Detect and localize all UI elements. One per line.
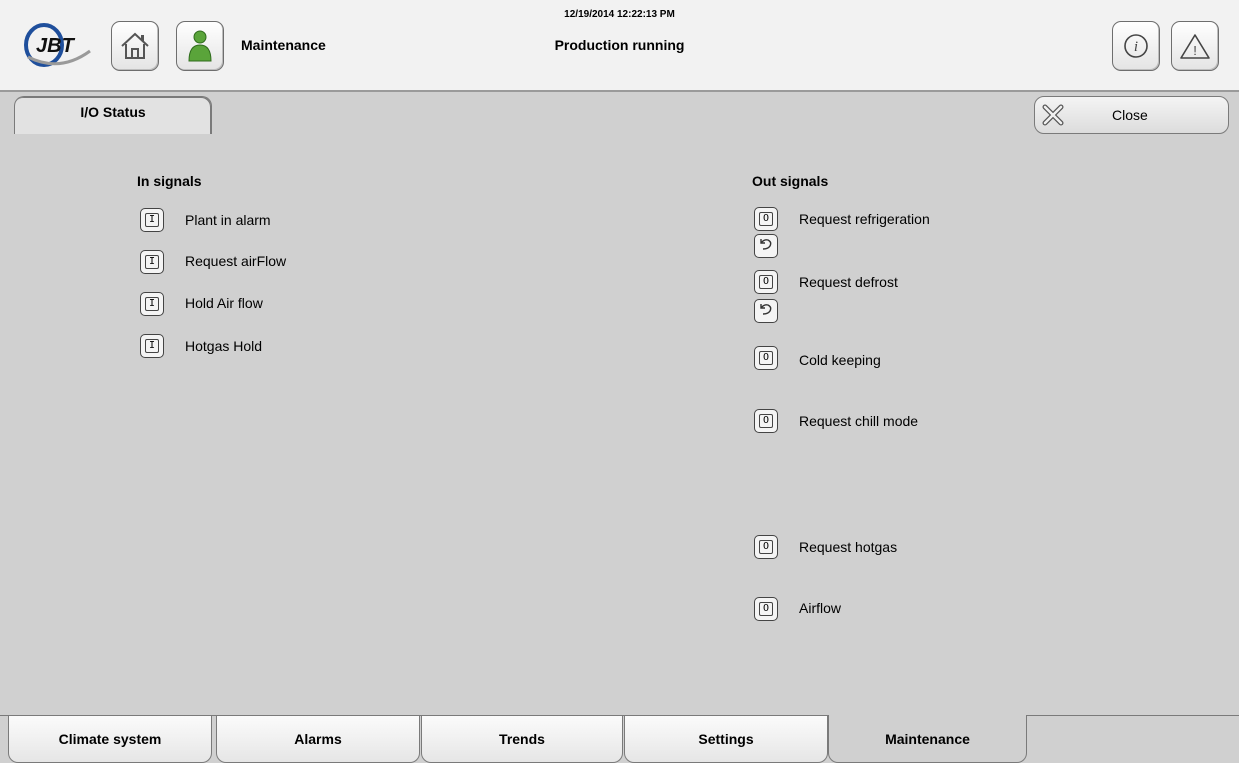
out-signal-label: Airflow [799,600,842,616]
header-divider [0,90,1239,92]
out-signal-label: Request hotgas [799,539,898,555]
nav-tab-alarms[interactable]: Alarms [216,716,420,763]
in-signal-label: Hold Air flow [185,295,263,311]
output-status-icon: O [754,535,778,559]
header-bar: JBT Maintenance 12/19/2014 12:22:13 PM P… [0,0,1239,90]
info-button[interactable]: i [1112,21,1160,71]
nav-tab-settings[interactable]: Settings [624,716,828,763]
nav-divider-right [1027,715,1239,716]
undo-icon [758,301,774,322]
page-title: I/O Status [80,103,146,120]
input-status-icon: I [140,292,164,316]
out-signal-label: Request refrigeration [799,211,930,227]
svg-text:!: ! [1193,43,1197,58]
page-title-tab: I/O Status [14,96,212,134]
output-status-icon: O [754,409,778,433]
undo-icon [758,236,774,257]
close-label: Close [1112,107,1148,123]
warning-button[interactable]: ! [1171,21,1219,71]
close-icon [1041,103,1065,130]
nav-tab-climate-system[interactable]: Climate system [8,716,212,763]
close-button[interactable]: Close [1034,96,1229,134]
nav-tab-maintenance[interactable]: Maintenance [828,715,1027,763]
output-status-icon: O [754,207,778,231]
svg-text:i: i [1134,39,1138,55]
reset-override-button[interactable] [754,234,778,258]
nav-tab-label: Climate system [58,731,162,747]
in-signal-label: Plant in alarm [185,212,271,228]
nav-tab-label: Alarms [294,731,342,747]
nav-tab-label: Maintenance [885,730,970,747]
datetime-display: 12/19/2014 12:22:13 PM [564,9,675,20]
in-signal-label: Hotgas Hold [185,338,263,354]
nav-tab-trends[interactable]: Trends [421,716,623,763]
reset-override-button[interactable] [754,299,778,323]
production-status: Production running [554,37,685,53]
warning-icon: ! [1179,32,1211,60]
info-icon: i [1122,32,1150,60]
in-signals-title: In signals [137,173,202,189]
out-signal-label: Cold keeping [799,352,881,368]
out-signals-title: Out signals [752,173,829,189]
out-signal-label: Request chill mode [799,413,919,429]
in-signal-label: Request airFlow [185,253,287,269]
output-status-icon: O [754,346,778,370]
input-status-icon: I [140,208,164,232]
nav-tab-label: Settings [698,731,754,747]
output-status-icon: O [754,597,778,621]
out-signal-label: Request defrost [799,274,898,290]
input-status-icon: I [140,334,164,358]
input-status-icon: I [140,250,164,274]
output-status-icon: O [754,270,778,294]
nav-tab-label: Trends [499,731,545,747]
